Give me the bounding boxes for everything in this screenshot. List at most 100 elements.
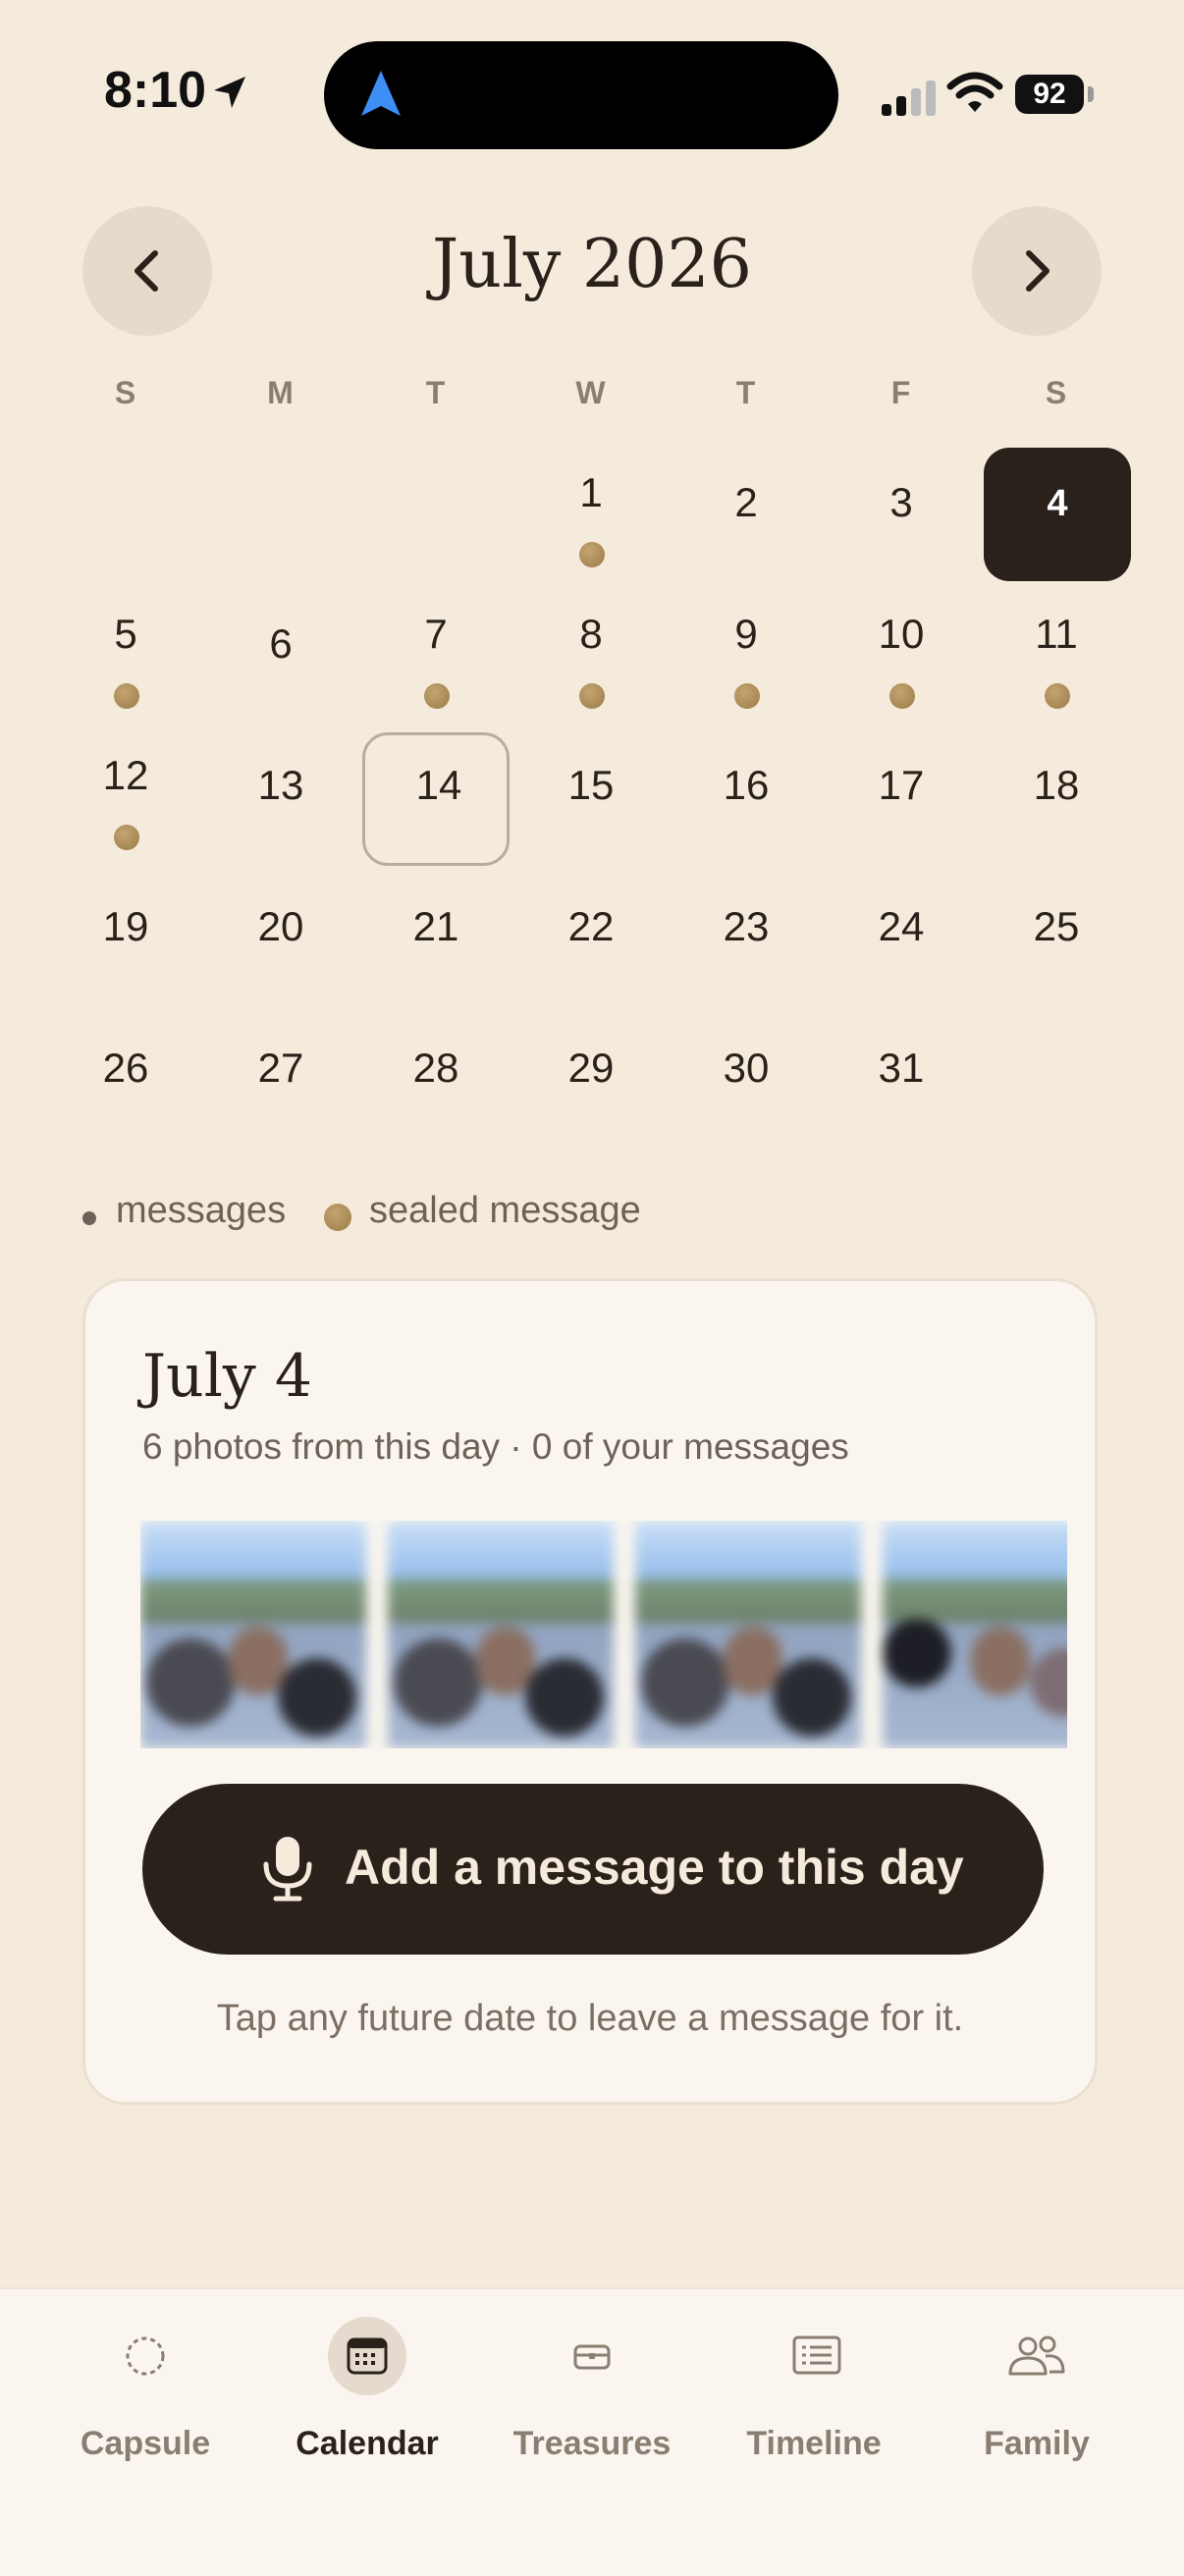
day-number: 4 <box>1047 483 1068 524</box>
location-arrow-icon <box>210 73 249 117</box>
tab-label: Calendar <box>296 2425 439 2462</box>
calendar-day-8[interactable]: 8 <box>517 591 665 724</box>
day-number: 27 <box>257 1045 304 1091</box>
calendar-day-15[interactable]: 15 <box>517 732 665 866</box>
cellular-signal-icon <box>882 77 939 116</box>
calendar-day-20[interactable]: 20 <box>207 874 354 1007</box>
calendar-day-1[interactable]: 1 <box>517 450 665 583</box>
calendar-day-22[interactable]: 22 <box>517 874 665 1007</box>
sealed-message-dot-icon <box>889 683 915 709</box>
navigation-arrow-icon <box>359 69 403 123</box>
battery-icon: 92 <box>1015 75 1084 114</box>
day-number: 23 <box>723 903 770 949</box>
calendar-day-5[interactable]: 5 <box>52 591 199 724</box>
calendar-day-14[interactable]: 14 <box>362 732 510 866</box>
tab-family[interactable]: Family <box>929 2289 1145 2486</box>
weekday-label: T <box>735 375 757 410</box>
calendar-day-30[interactable]: 30 <box>673 1015 820 1149</box>
day-card-subtitle: 6 photos from this day · 0 of your messa… <box>142 1426 849 1467</box>
battery-tip <box>1088 86 1094 102</box>
day-number: 10 <box>878 611 925 657</box>
calendar-day-3[interactable]: 3 <box>828 450 975 583</box>
day-number: 3 <box>889 479 913 525</box>
photo-strip[interactable] <box>140 1521 1067 1748</box>
sealed-message-dot-icon <box>424 683 450 709</box>
calendar-day-27[interactable]: 27 <box>207 1015 354 1149</box>
dynamic-island <box>324 41 838 149</box>
weekday-label: W <box>575 375 607 410</box>
calendar-day-9[interactable]: 9 <box>673 591 820 724</box>
calendar-day-11[interactable]: 11 <box>983 591 1130 724</box>
legend-sealed-label: sealed message <box>369 1190 641 1231</box>
calendar-day-16[interactable]: 16 <box>673 732 820 866</box>
sealed-message-dot-icon <box>114 825 139 850</box>
tab-capsule[interactable]: Capsule <box>37 2289 253 2486</box>
calendar-day-12[interactable]: 12 <box>52 732 199 866</box>
calendar-day-17[interactable]: 17 <box>828 732 975 866</box>
future-date-hint: Tap any future date to leave a message f… <box>216 1998 964 2039</box>
sealed-message-dot-icon <box>734 683 760 709</box>
calendar-day-4[interactable]: 4 <box>984 448 1131 581</box>
day-number: 7 <box>424 611 448 657</box>
calendar-day-19[interactable]: 19 <box>52 874 199 1007</box>
tab-label: Timeline <box>746 2425 882 2462</box>
month-title: July 2026 <box>432 226 752 303</box>
photo-thumbnail[interactable] <box>883 1521 1067 1748</box>
treasure-box-icon <box>553 2317 631 2395</box>
tab-calendar[interactable]: Calendar <box>259 2289 475 2486</box>
sealed-message-dot-icon <box>579 683 605 709</box>
tab-treasures[interactable]: Treasures <box>484 2289 700 2486</box>
status-bar: 8:10 92 <box>0 0 1184 187</box>
timeline-list-icon <box>775 2317 853 2395</box>
calendar-day-13[interactable]: 13 <box>207 732 354 866</box>
day-number: 11 <box>1035 611 1078 657</box>
calendar-day-24[interactable]: 24 <box>828 874 975 1007</box>
tab-label: Family <box>984 2425 1090 2462</box>
day-number: 18 <box>1033 762 1080 808</box>
calendar-day-10[interactable]: 10 <box>828 591 975 724</box>
calendar-day-31[interactable]: 31 <box>828 1015 975 1149</box>
tab-timeline[interactable]: Timeline <box>706 2289 922 2486</box>
day-number: 12 <box>102 752 149 798</box>
wifi-icon <box>946 71 1003 121</box>
chevron-left-icon <box>135 250 158 292</box>
day-number: 8 <box>579 611 603 657</box>
legend-messages-label: messages <box>116 1190 287 1231</box>
calendar-day-2[interactable]: 2 <box>673 450 820 583</box>
day-number: 1 <box>579 469 603 515</box>
day-number: 16 <box>723 762 770 808</box>
day-number: 15 <box>567 762 615 808</box>
day-number: 25 <box>1033 903 1080 949</box>
calendar-day-18[interactable]: 18 <box>983 732 1130 866</box>
family-people-icon <box>997 2317 1076 2395</box>
weekday-label: M <box>267 375 295 410</box>
sealed-message-dot-icon <box>324 1204 351 1231</box>
day-number: 14 <box>415 762 462 808</box>
next-month-button[interactable] <box>972 206 1102 336</box>
prev-month-button[interactable] <box>82 206 212 336</box>
weekday-label: T <box>425 375 447 410</box>
calendar-day-23[interactable]: 23 <box>673 874 820 1007</box>
day-number: 31 <box>878 1045 925 1091</box>
bottom-tab-bar: Capsule Calendar Treasures Timeline Fami… <box>0 2287 1184 2576</box>
calendar-day-29[interactable]: 29 <box>517 1015 665 1149</box>
day-number: 26 <box>102 1045 149 1091</box>
add-message-button[interactable]: Add a message to this day <box>142 1784 1044 1955</box>
calendar-day-26[interactable]: 26 <box>52 1015 199 1149</box>
add-message-label: Add a message to this day <box>345 1840 964 1895</box>
calendar-day-28[interactable]: 28 <box>362 1015 510 1149</box>
day-number: 19 <box>102 903 149 949</box>
calendar-day-21[interactable]: 21 <box>362 874 510 1007</box>
sealed-message-dot-icon <box>114 683 139 709</box>
weekday-label: S <box>1045 375 1068 410</box>
weekday-label: S <box>114 375 137 410</box>
day-number: 5 <box>114 611 137 657</box>
calendar-day-25[interactable]: 25 <box>983 874 1130 1007</box>
calendar-day-6[interactable]: 6 <box>207 591 354 724</box>
day-number: 21 <box>412 903 459 949</box>
calendar-day-7[interactable]: 7 <box>362 591 510 724</box>
photo-thumbnail[interactable] <box>388 1521 614 1748</box>
photo-thumbnail[interactable] <box>140 1521 366 1748</box>
day-number: 2 <box>734 479 758 525</box>
photo-thumbnail[interactable] <box>635 1521 861 1748</box>
